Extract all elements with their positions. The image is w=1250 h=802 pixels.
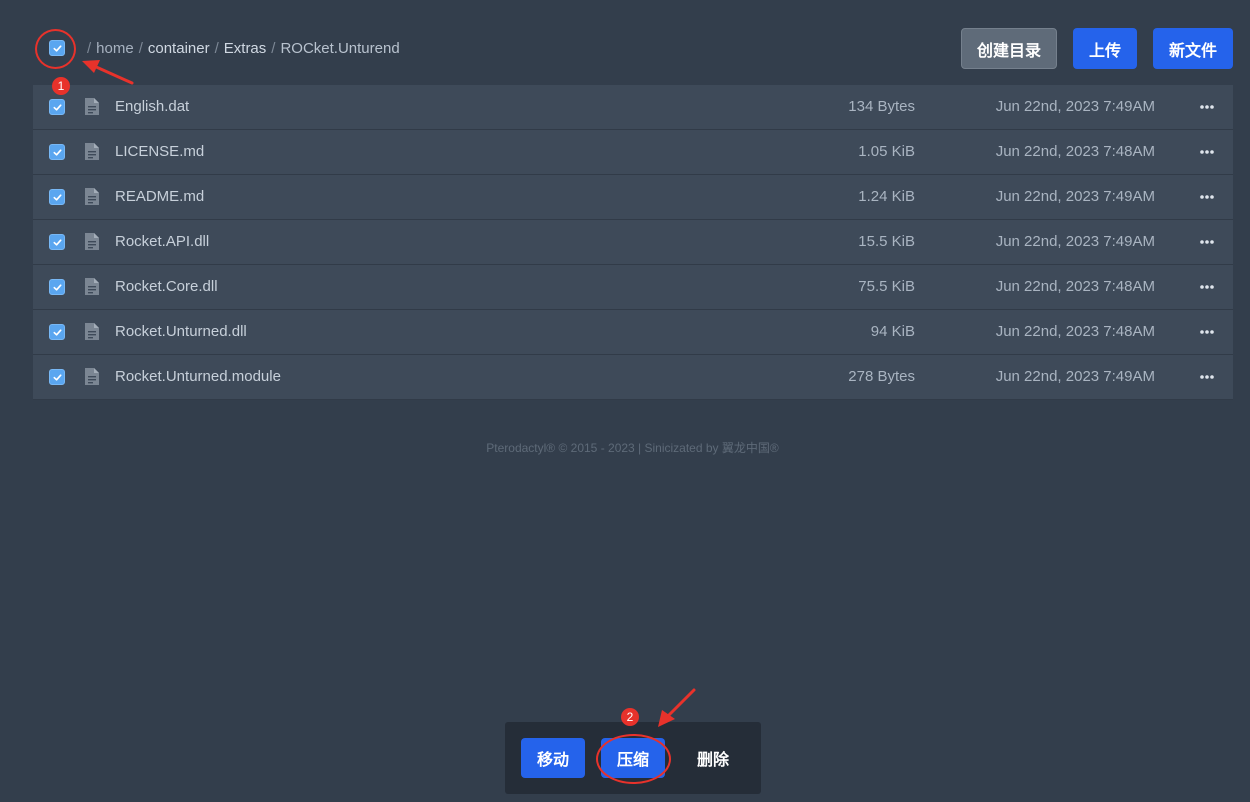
file-size: 1.05 KiB <box>858 143 915 160</box>
breadcrumb-separator: / <box>271 40 276 57</box>
file-actions-button[interactable] <box>1199 98 1215 116</box>
select-all-checkbox[interactable] <box>49 40 65 56</box>
file-row[interactable]: Rocket.API.dll 15.5 KiB Jun 22nd, 2023 7:4… <box>33 220 1233 265</box>
create-directory-button[interactable]: 创建目录 <box>961 28 1057 69</box>
move-button[interactable]: 移动 <box>521 738 585 778</box>
check-icon <box>52 148 62 156</box>
check-icon <box>52 103 62 111</box>
file-actions-button[interactable] <box>1199 143 1215 161</box>
file-row[interactable]: Rocket.Unturned.module 278 Bytes Jun 22nd,… <box>33 355 1233 400</box>
file-name[interactable]: Rocket.Unturned.module <box>115 368 281 385</box>
file-size: 75.5 KiB <box>858 278 915 295</box>
more-horizontal-icon <box>1200 105 1214 109</box>
file-text-icon <box>85 143 99 160</box>
file-modified-date: Jun 22nd, 2023 7:49AM <box>995 188 1155 205</box>
file-name[interactable]: Rocket.Unturned.dll <box>115 323 247 340</box>
check-icon <box>52 328 62 336</box>
footer-copyright: Pterodactyl® © 2015 - 2023 | Sinicizated… <box>486 441 779 455</box>
file-modified-date: Jun 22nd, 2023 7:48AM <box>995 278 1155 295</box>
file-text-icon <box>85 368 99 385</box>
file-text-icon <box>85 323 99 340</box>
file-text-icon <box>85 233 99 250</box>
new-file-button[interactable]: 新文件 <box>1153 28 1233 69</box>
file-modified-date: Jun 22nd, 2023 7:49AM <box>995 98 1155 115</box>
file-size: 134 Bytes <box>848 98 915 115</box>
file-size: 94 KiB <box>870 323 915 340</box>
more-horizontal-icon <box>1200 285 1214 289</box>
compress-button[interactable]: 压缩 <box>601 738 665 778</box>
file-actions-button[interactable] <box>1199 323 1215 341</box>
more-horizontal-icon <box>1200 330 1214 334</box>
file-name[interactable]: Rocket.API.dll <box>115 233 209 250</box>
file-select-checkbox[interactable] <box>49 189 65 205</box>
file-row[interactable]: LICENSE.md 1.05 KiB Jun 22nd, 2023 7:48AM <box>33 130 1233 175</box>
file-manager-page: / home / container / Extras / ROCket.Unturend 创… <box>0 0 1250 802</box>
file-actions-button[interactable] <box>1199 188 1215 206</box>
file-select-checkbox[interactable] <box>49 324 65 340</box>
file-select-checkbox[interactable] <box>49 99 65 115</box>
check-icon <box>52 44 62 52</box>
file-toolbar: / home / container / Extras / ROCket.Unturend 创… <box>33 28 1233 70</box>
more-horizontal-icon <box>1200 375 1214 379</box>
check-icon <box>52 238 62 246</box>
file-name[interactable]: Rocket.Core.dll <box>115 278 218 295</box>
breadcrumb-link-extras[interactable]: Extras <box>224 40 267 57</box>
file-text-icon <box>85 98 99 115</box>
file-row[interactable]: README.md 1.24 KiB Jun 22nd, 2023 7:49AM <box>33 175 1233 220</box>
breadcrumb-separator: / <box>138 40 143 57</box>
file-size: 278 Bytes <box>848 368 915 385</box>
file-select-checkbox[interactable] <box>49 279 65 295</box>
file-select-checkbox[interactable] <box>49 144 65 160</box>
mass-actions-bar: 移动 压缩 删除 <box>505 722 761 794</box>
file-name[interactable]: README.md <box>115 188 204 205</box>
file-select-checkbox[interactable] <box>49 234 65 250</box>
file-actions-button[interactable] <box>1199 368 1215 386</box>
upload-button[interactable]: 上传 <box>1073 28 1137 69</box>
more-horizontal-icon <box>1200 150 1214 154</box>
file-row[interactable]: Rocket.Core.dll 75.5 KiB Jun 22nd, 2023 7:… <box>33 265 1233 310</box>
file-modified-date: Jun 22nd, 2023 7:48AM <box>995 323 1155 340</box>
breadcrumb-separator: / <box>214 40 219 57</box>
file-modified-date: Jun 22nd, 2023 7:49AM <box>995 368 1155 385</box>
file-size: 1.24 KiB <box>858 188 915 205</box>
breadcrumb-separator: / <box>87 40 92 57</box>
file-name[interactable]: LICENSE.md <box>115 143 204 160</box>
delete-button[interactable]: 删除 <box>681 738 745 778</box>
file-size: 15.5 KiB <box>858 233 915 250</box>
breadcrumb: / home / container / Extras / ROCket.Unturend <box>82 40 400 58</box>
file-text-icon <box>85 188 99 205</box>
check-icon <box>52 283 62 291</box>
file-actions-button[interactable] <box>1199 278 1215 296</box>
breadcrumb-link-container[interactable]: container <box>148 40 210 57</box>
file-text-icon <box>85 278 99 295</box>
file-list: English.dat 134 Bytes Jun 22nd, 2023 7:49A… <box>33 85 1233 400</box>
check-icon <box>52 193 62 201</box>
file-actions-button[interactable] <box>1199 233 1215 251</box>
breadcrumb-current: ROCket.Unturend <box>280 40 400 57</box>
file-modified-date: Jun 22nd, 2023 7:49AM <box>995 233 1155 250</box>
more-horizontal-icon <box>1200 195 1214 199</box>
file-select-checkbox[interactable] <box>49 369 65 385</box>
check-icon <box>52 373 62 381</box>
file-row[interactable]: Rocket.Unturned.dll 94 KiB Jun 22nd, 2023 … <box>33 310 1233 355</box>
file-modified-date: Jun 22nd, 2023 7:48AM <box>995 143 1155 160</box>
file-name[interactable]: English.dat <box>115 98 189 115</box>
breadcrumb-root: home <box>96 40 134 57</box>
file-row[interactable]: English.dat 134 Bytes Jun 22nd, 2023 7:49A… <box>33 85 1233 130</box>
more-horizontal-icon <box>1200 240 1214 244</box>
